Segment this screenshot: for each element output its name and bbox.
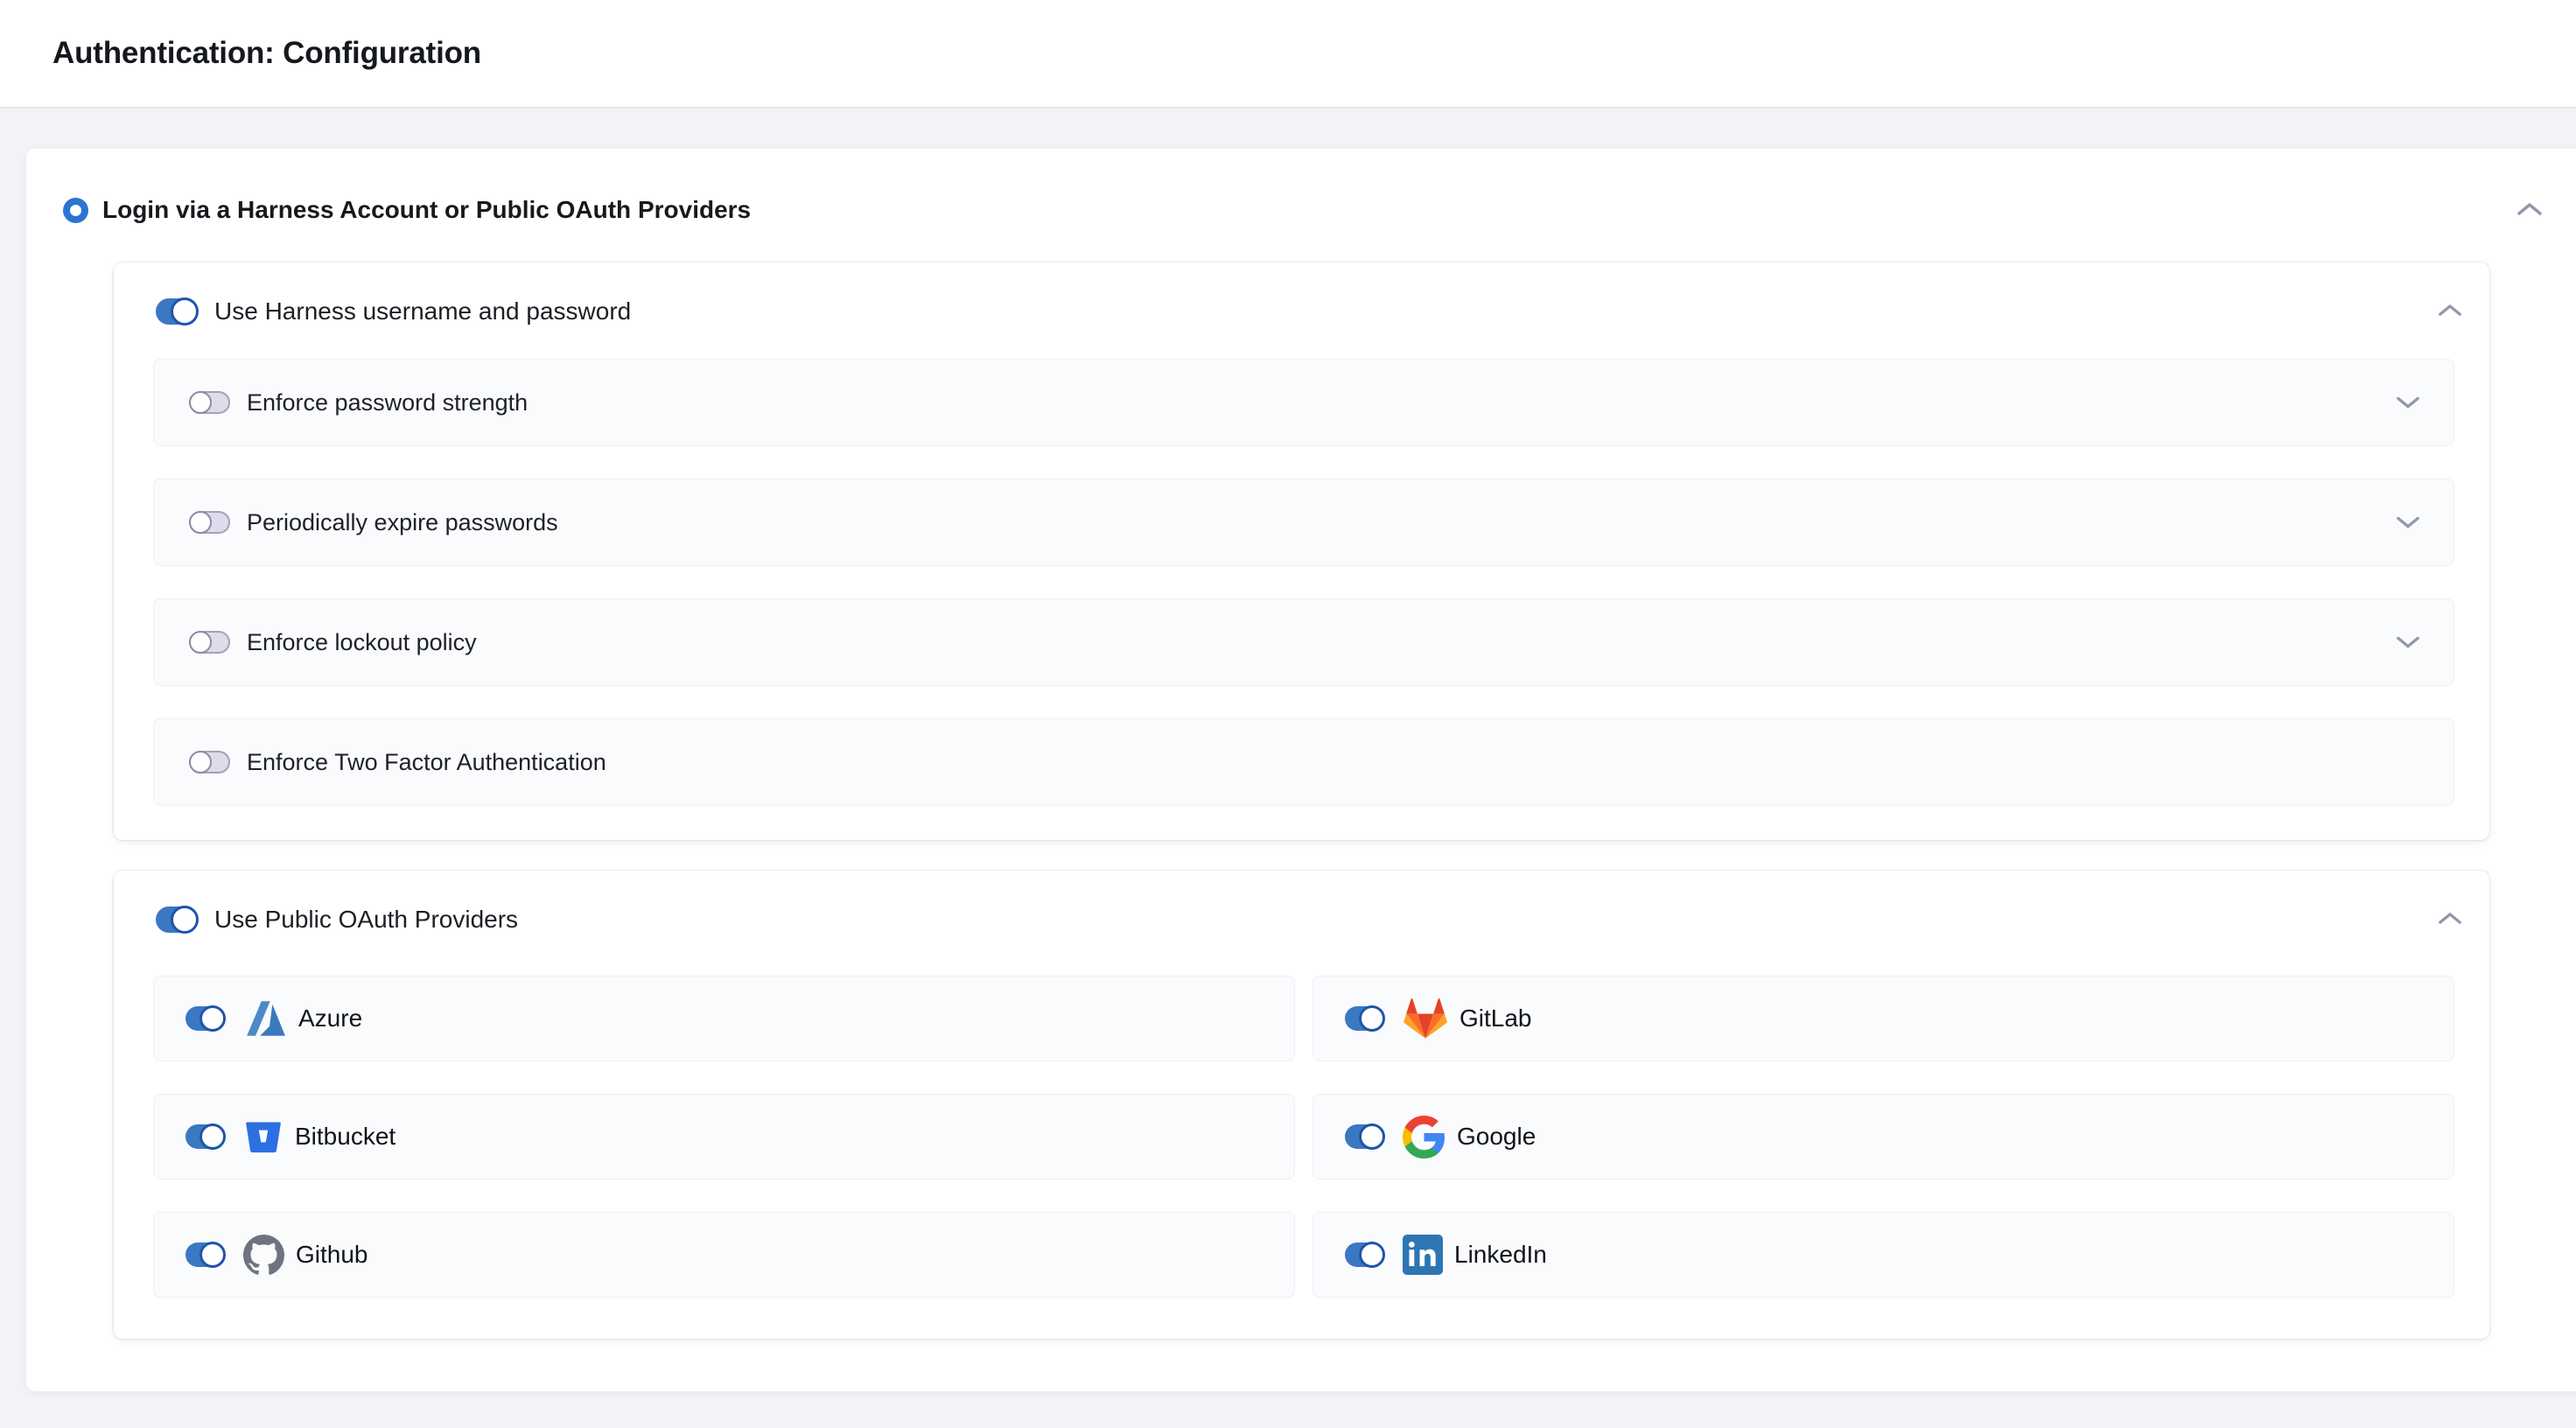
toggle-knob [171, 906, 199, 934]
provider-name: LinkedIn [1454, 1241, 1547, 1269]
policy-label: Enforce lockout policy [247, 629, 477, 656]
gitlab-icon [1403, 997, 1448, 1040]
bitbucket-toggle[interactable] [186, 1124, 224, 1149]
provider-row-github: Github [153, 1212, 1295, 1298]
github-toggle[interactable] [186, 1242, 224, 1267]
page-title: Authentication: Configuration [52, 36, 481, 71]
policy-row-lockout-policy[interactable]: Enforce lockout policy [153, 598, 2454, 686]
oauth-providers-toggle[interactable] [156, 906, 197, 933]
provider-row-azure: Azure [153, 976, 1295, 1061]
page-header: Authentication: Configuration [0, 0, 2576, 108]
login-option-harness-oauth[interactable]: Login via a Harness Account or Public OA… [63, 196, 751, 224]
provider-row-gitlab: GitLab [1312, 976, 2454, 1061]
toggle-knob [1359, 1005, 1385, 1032]
provider-name: Google [1457, 1123, 1536, 1151]
provider-name: Bitbucket [295, 1123, 396, 1151]
toggle-knob [189, 391, 212, 414]
azure-toggle[interactable] [186, 1006, 224, 1031]
lockout-policy-toggle[interactable] [189, 631, 230, 654]
google-icon [1403, 1116, 1446, 1158]
radio-selected-icon[interactable] [63, 198, 88, 223]
username-password-header: Use Harness username and password [114, 262, 2489, 360]
login-option-label: Login via a Harness Account or Public OA… [102, 196, 751, 224]
chevron-down-icon[interactable] [2396, 515, 2420, 530]
google-toggle[interactable] [1345, 1124, 1383, 1149]
bitbucket-icon [243, 1116, 284, 1157]
toggle-knob [1359, 1242, 1385, 1268]
policy-row-two-factor[interactable]: Enforce Two Factor Authentication [153, 718, 2454, 806]
oauth-provider-grid: Azure GitLab [153, 976, 2454, 1298]
auth-config-card: Login via a Harness Account or Public OA… [26, 149, 2576, 1391]
toggle-knob [200, 1005, 226, 1032]
chevron-up-icon[interactable] [2438, 303, 2462, 318]
toggle-knob [189, 631, 212, 654]
chevron-up-icon[interactable] [2438, 911, 2462, 926]
policy-label: Enforce Two Factor Authentication [247, 749, 606, 776]
oauth-providers-header: Use Public OAuth Providers [114, 871, 2489, 969]
password-policy-list: Enforce password strength Periodically e… [153, 359, 2454, 838]
username-password-label: Use Harness username and password [214, 298, 631, 326]
azure-icon [243, 997, 287, 1040]
policy-label: Enforce password strength [247, 389, 528, 416]
provider-row-linkedin: LinkedIn [1312, 1212, 2454, 1298]
policy-row-expire-passwords[interactable]: Periodically expire passwords [153, 479, 2454, 566]
username-password-toggle[interactable] [156, 298, 197, 325]
policy-label: Periodically expire passwords [247, 509, 558, 536]
provider-row-bitbucket: Bitbucket [153, 1094, 1295, 1180]
username-password-section: Use Harness username and password Enforc… [114, 262, 2489, 840]
toggle-knob [200, 1124, 226, 1150]
linkedin-icon [1403, 1235, 1443, 1275]
toggle-knob [189, 751, 212, 774]
two-factor-toggle[interactable] [189, 751, 230, 774]
chevron-up-icon[interactable] [2516, 201, 2543, 217]
password-strength-toggle[interactable] [189, 391, 230, 414]
policy-row-password-strength[interactable]: Enforce password strength [153, 359, 2454, 446]
provider-name: Github [296, 1241, 368, 1269]
chevron-down-icon[interactable] [2396, 396, 2420, 410]
linkedin-toggle[interactable] [1345, 1242, 1383, 1267]
expire-passwords-toggle[interactable] [189, 511, 230, 534]
chevron-down-icon[interactable] [2396, 635, 2420, 650]
provider-row-google: Google [1312, 1094, 2454, 1180]
toggle-knob [1359, 1124, 1385, 1150]
provider-name: Azure [298, 1004, 362, 1032]
toggle-knob [200, 1242, 226, 1268]
provider-name: GitLab [1460, 1004, 1532, 1032]
github-icon [243, 1235, 284, 1276]
gitlab-toggle[interactable] [1345, 1006, 1383, 1031]
oauth-providers-label: Use Public OAuth Providers [214, 906, 518, 934]
toggle-knob [189, 511, 212, 534]
toggle-knob [171, 298, 199, 326]
oauth-providers-section: Use Public OAuth Providers Azure [114, 871, 2489, 1339]
